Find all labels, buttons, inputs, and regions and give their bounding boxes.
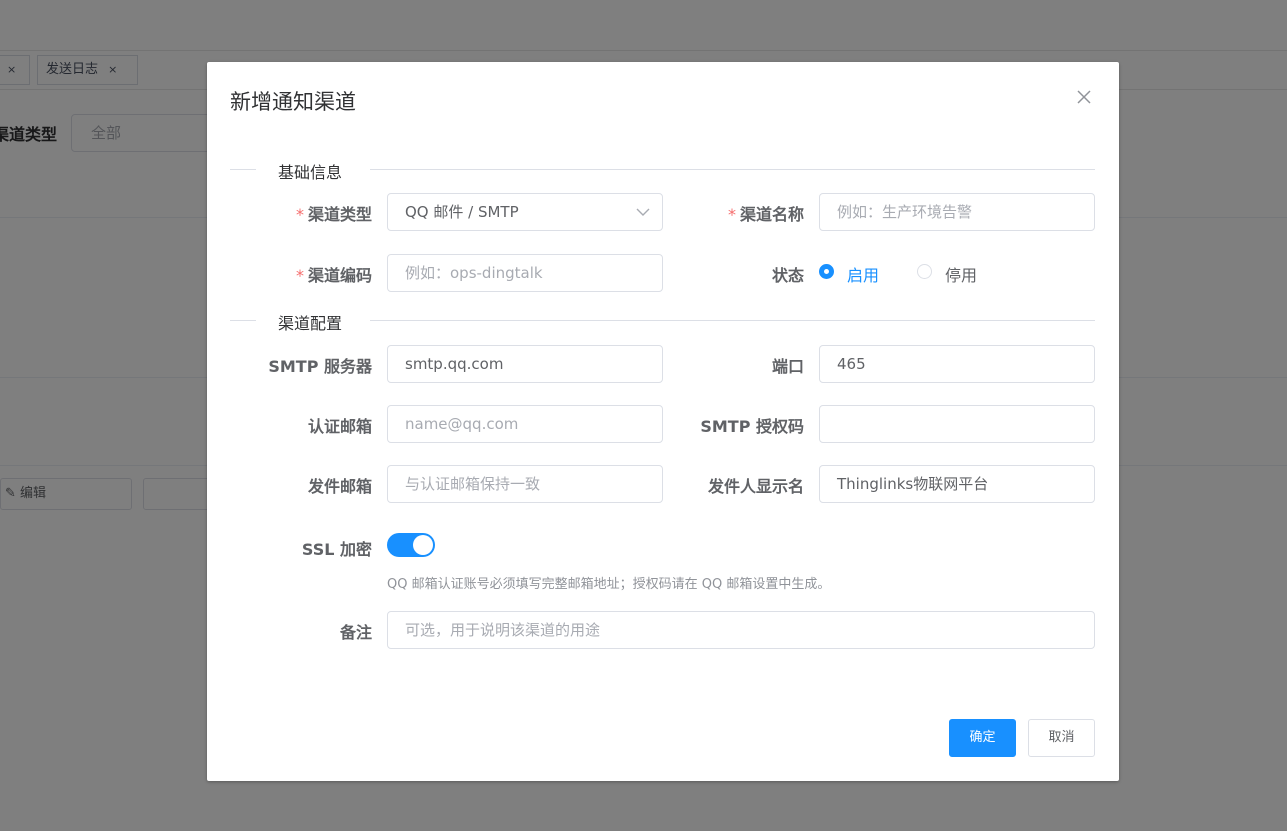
sender-email-input[interactable]: 与认证邮箱保持一致: [387, 465, 663, 503]
remark-label: 备注: [339, 623, 372, 642]
ssl-hint-text: QQ 邮箱认证账号必须填写完整邮箱地址；授权码请在 QQ 邮箱设置中生成。: [387, 577, 831, 592]
required-mark: *: [295, 205, 304, 224]
sender-name-input[interactable]: Thinglinks物联网平台: [819, 465, 1095, 503]
channel-type-value: QQ 邮件 / SMTP: [405, 203, 519, 221]
sender-email-label: 发件邮箱: [307, 477, 372, 496]
radio-unchecked-icon: [917, 264, 932, 279]
auth-email-input[interactable]: name@qq.com: [387, 405, 663, 443]
smtp-server-label: SMTP 服务器: [268, 357, 372, 376]
smtp-auth-code-input[interactable]: [819, 405, 1095, 443]
sender-name-label: 发件人显示名: [707, 477, 804, 496]
toggle-knob: [413, 535, 433, 555]
dialog-title: 新增通知渠道: [230, 90, 356, 114]
confirm-button[interactable]: 确定: [949, 719, 1016, 757]
radio-checked-icon: [819, 264, 834, 279]
channel-name-input[interactable]: 例如：生产环境告警: [819, 193, 1095, 231]
channel-code-label: * 渠道编码: [295, 266, 372, 285]
ssl-toggle[interactable]: [387, 533, 435, 557]
status-label: 状态: [771, 266, 804, 285]
section-title-basic: 基础信息: [278, 163, 343, 182]
required-mark: *: [727, 205, 736, 224]
channel-type-label: * 渠道类型: [295, 205, 372, 224]
section-divider-basic: 基础信息: [230, 161, 1095, 182]
cancel-button[interactable]: 取消: [1028, 719, 1095, 757]
auth-email-label: 认证邮箱: [307, 417, 372, 436]
required-mark: *: [295, 266, 304, 285]
section-divider-config: 渠道配置: [230, 312, 1095, 333]
chevron-down-icon: [636, 208, 650, 216]
status-radio-disabled[interactable]: 停用: [917, 262, 987, 285]
channel-name-label: * 渠道名称: [727, 205, 804, 224]
section-title-config: 渠道配置: [278, 314, 343, 333]
ssl-label: SSL 加密: [301, 540, 372, 559]
remark-input[interactable]: 可选，用于说明该渠道的用途: [387, 611, 1095, 649]
add-channel-dialog: 新增通知渠道 基础信息 * 渠道类型 QQ 邮件 / SMTP * 渠道名称 例如：…: [207, 62, 1119, 781]
smtp-server-input[interactable]: smtp.qq.com: [387, 345, 663, 383]
smtp-auth-code-label: SMTP 授权码: [700, 417, 804, 436]
close-icon[interactable]: [1073, 86, 1095, 108]
channel-code-input[interactable]: 例如：ops-dingtalk: [387, 254, 663, 292]
port-label: 端口: [771, 357, 804, 376]
channel-type-select[interactable]: QQ 邮件 / SMTP: [387, 193, 663, 231]
port-input[interactable]: 465: [819, 345, 1095, 383]
status-radio-enabled[interactable]: 启用: [819, 262, 889, 285]
